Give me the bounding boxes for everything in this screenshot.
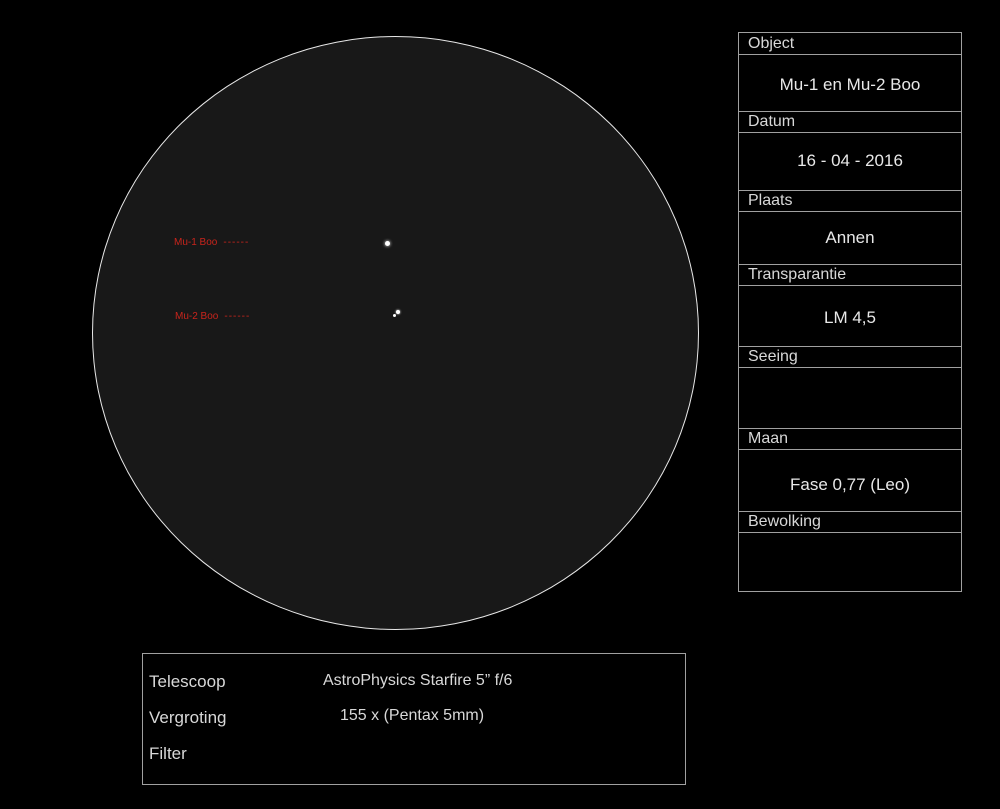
label-mu1-boo-pointer: ------ <box>223 237 250 248</box>
eyepiece-field <box>92 36 699 630</box>
vergroting-value: 155 x (Pentax 5mm) <box>340 707 485 724</box>
seeing-header: Seeing <box>739 346 961 368</box>
star-mu2-boo-a <box>396 310 400 314</box>
maan-value: Fase 0,77 (Leo) <box>789 475 910 494</box>
label-mu2-boo-pointer: ------ <box>224 311 251 322</box>
observation-info-panel: Object Mu-1 en Mu-2 Boo Datum 16 - 04 - … <box>738 32 962 592</box>
datum-header: Datum <box>739 111 961 133</box>
label-mu2-boo: Mu-2 Boo ------ <box>175 311 250 322</box>
label-mu1-boo-text: Mu-1 Boo <box>174 237 218 248</box>
equipment-panel: Telescoop AstroPhysics Starfire 5” f/6 V… <box>142 653 686 785</box>
vergroting-label: Vergroting <box>149 708 227 727</box>
transparantie-value: LM 4,5 <box>824 308 876 327</box>
datum-value: 16 - 04 - 2016 <box>797 151 903 170</box>
plaats-header: Plaats <box>739 190 961 212</box>
filter-label: Filter <box>149 744 187 763</box>
label-mu1-boo: Mu-1 Boo ------ <box>174 237 249 248</box>
star-mu1-boo <box>385 241 390 246</box>
label-mu2-boo-text: Mu-2 Boo <box>175 311 219 322</box>
object-header: Object <box>739 33 961 55</box>
object-value: Mu-1 en Mu-2 Boo <box>779 75 921 94</box>
plaats-value: Annen <box>825 228 875 247</box>
telescoop-label: Telescoop <box>149 672 226 691</box>
transparantie-header: Transparantie <box>739 264 961 286</box>
bewolking-header: Bewolking <box>739 511 961 533</box>
telescoop-value: AstroPhysics Starfire 5” f/6 <box>323 672 513 689</box>
star-mu2-boo-b <box>393 314 396 317</box>
maan-header: Maan <box>739 428 961 450</box>
